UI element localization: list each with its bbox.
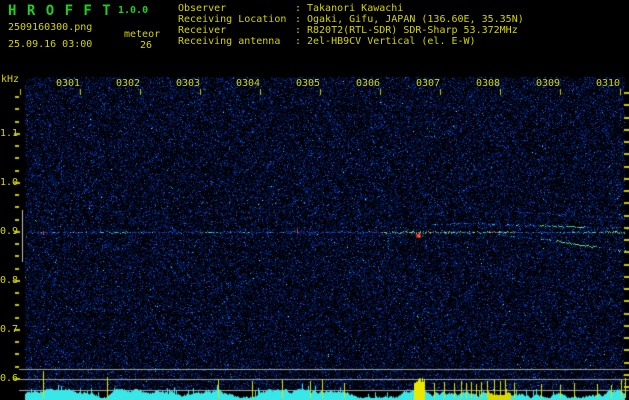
freq-axis-unit-label: kHz [1,74,20,85]
time-tick-label-0303: 0303 [176,78,201,89]
info-label-1: Receiving Location [178,14,287,25]
app-title: H R O F F T [8,3,112,19]
info-colon-3: : [295,36,302,47]
freq-tick-label-1.1: 1.1 [0,128,19,139]
freq-tick-label-0.8: 0.8 [0,275,19,286]
time-tick-label-0307: 0307 [416,78,441,89]
info-label-2: Receiver [178,25,227,36]
info-value-0: Takanori Kawachi [307,3,404,14]
info-value-1: Ogaki, Gifu, JAPAN (136.60E, 35.35N) [307,14,524,25]
info-colon-1: : [295,14,302,25]
time-tick-label-0309: 0309 [536,78,561,89]
echo-count: 26 [140,40,153,51]
info-colon-2: : [295,25,302,36]
time-tick-label-0302: 0302 [116,78,141,89]
app-version: 1.0.0 [118,5,149,16]
output-filename: 2509160300.png [8,22,93,33]
info-label-3: Receiving antenna [178,36,281,47]
spectrogram-canvas [0,0,629,400]
time-tick-label-0301: 0301 [56,78,81,89]
info-value-2: R820T2(RTL-SDR) SDR-Sharp 53.372MHz [307,25,518,36]
freq-tick-label-0.9: 0.9 [0,226,19,237]
info-label-0: Observer [178,3,227,14]
freq-tick-label-0.7: 0.7 [0,324,19,335]
hrofft-output-screen: H R O F F T 1.0.0 2509160300.png meteor … [0,0,629,400]
time-tick-label-0308: 0308 [476,78,501,89]
time-tick-label-0305: 0305 [296,78,321,89]
freq-tick-label-0.6: 0.6 [0,373,19,384]
mode-label: meteor [124,29,161,40]
time-tick-label-0306: 0306 [356,78,381,89]
info-colon-0: : [295,3,302,14]
datetime-label: 25.09.16 03:00 [8,39,93,50]
time-tick-label-0304: 0304 [236,78,261,89]
freq-tick-label-1.0: 1.0 [0,177,19,188]
info-value-3: 2el-HB9CV Vertical (el. E-W) [307,36,476,47]
time-tick-label-0310: 0310 [596,78,621,89]
